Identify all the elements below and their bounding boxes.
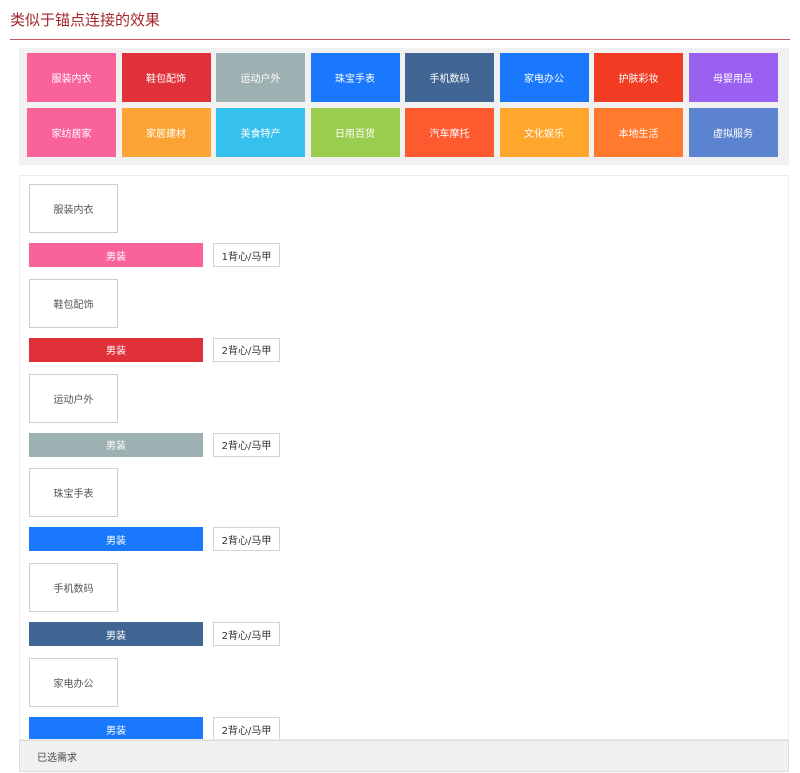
category-tile[interactable]: 美食特产 — [216, 108, 305, 157]
category-tile-label: 家纺居家 — [51, 129, 92, 140]
item-tag[interactable]: 2背心/马甲 — [213, 337, 280, 362]
category-tile[interactable]: 家纺居家 — [27, 108, 116, 157]
anchor-section: 运动户外男装 2背心/马甲 — [29, 373, 280, 457]
category-tile[interactable]: 虚拟服务 — [688, 108, 778, 157]
subcategory-bar-label: 男装 — [106, 441, 126, 453]
item-tag[interactable]: 2背心/马甲 — [213, 432, 280, 457]
section-heading-box: 鞋包配饰 — [29, 278, 118, 328]
category-tile-label: 汽车摩托 — [429, 129, 470, 140]
selected-requirements-bar: 已选需求 — [19, 740, 789, 772]
title-divider — [10, 39, 790, 40]
subcategory-bar[interactable]: 男装 — [29, 337, 203, 362]
category-tile[interactable]: 护肤彩妆 — [594, 53, 683, 102]
category-tile[interactable]: 鞋包配饰 — [121, 53, 211, 102]
section-item-row: 男装 2背心/马甲 — [29, 622, 280, 647]
item-tag[interactable]: 2背心/马甲 — [213, 717, 280, 739]
subcategory-bar-label: 男装 — [106, 630, 126, 642]
category-tile-label: 美食特产 — [240, 129, 281, 140]
category-tile[interactable]: 珠宝手表 — [310, 53, 400, 102]
anchor-section: 家电办公男装 2背心/马甲 — [29, 658, 280, 739]
category-tile-label: 手机数码 — [429, 74, 470, 85]
anchor-section: 手机数码男装 2背心/马甲 — [29, 563, 280, 647]
section-heading-label: 鞋包配饰 — [53, 299, 94, 311]
category-tile-label: 家电办公 — [524, 74, 564, 85]
section-heading-box: 手机数码 — [29, 563, 118, 613]
subcategory-bar-label: 男装 — [106, 535, 126, 547]
section-heading-box: 运动户外 — [29, 373, 118, 423]
section-item-row: 男装 2背心/马甲 — [29, 337, 280, 362]
item-tag[interactable]: 2背心/马甲 — [213, 622, 280, 647]
category-tile-label: 珠宝手表 — [335, 74, 375, 85]
category-tile-label: 运动户外 — [240, 74, 281, 85]
subcategory-bar[interactable]: 男装 — [29, 243, 203, 267]
content-panel[interactable]: 服装内衣 男装 1背心/马甲 鞋包配饰 男装 2背心/马甲 运动户外 男装 2背心/马甲 珠宝手表… — [19, 175, 789, 740]
category-tile-label: 服装内衣 — [51, 74, 92, 85]
category-tile[interactable]: 母婴用品 — [688, 53, 778, 102]
category-tile[interactable]: 家电办公 — [499, 53, 589, 102]
category-tile-label: 日用百货 — [335, 129, 375, 140]
section-heading-label: 家电办公 — [53, 679, 94, 690]
anchor-section: 珠宝手表男装 2背心/马甲 — [29, 468, 280, 552]
page-title: 类似于锚点连接的效果 — [10, 11, 161, 29]
category-tile[interactable]: 汽车摩托 — [405, 108, 494, 157]
category-tile[interactable]: 手机数码 — [405, 53, 494, 102]
section-heading-box: 珠宝手表 — [29, 468, 118, 518]
category-tile[interactable]: 运动户外 — [216, 53, 305, 102]
section-item-row: 男装 2背心/马甲 — [29, 717, 280, 739]
anchor-section: 服装内衣男装 1背心/马甲 — [29, 184, 280, 267]
category-tile-label: 虚拟服务 — [713, 129, 753, 140]
subcategory-bar-label: 男装 — [106, 725, 126, 737]
category-tile-label: 本地生活 — [618, 129, 659, 140]
subcategory-bar[interactable]: 男装 — [29, 527, 203, 552]
anchor-section: 鞋包配饰男装 2背心/马甲 — [29, 278, 280, 362]
section-item-row: 男装 2背心/马甲 — [29, 432, 280, 457]
category-tile[interactable]: 家居建材 — [121, 108, 211, 157]
category-tile-label: 文化娱乐 — [524, 129, 564, 140]
section-heading-label: 手机数码 — [53, 584, 94, 596]
category-tile-label: 护肤彩妆 — [618, 74, 659, 85]
category-grid: 服装内衣 鞋包配饰 运动户外 珠宝手表 手机数码 家电办公 护肤彩妆 母婴用品家纺居家 家居建材… — [19, 48, 789, 165]
category-tile[interactable]: 日用百货 — [310, 108, 400, 157]
subcategory-bar[interactable]: 男装 — [29, 432, 203, 457]
section-heading-box: 家电办公 — [29, 658, 118, 707]
category-tile[interactable]: 本地生活 — [594, 108, 683, 157]
category-tile-label: 家居建材 — [146, 129, 186, 140]
section-heading-label: 运动户外 — [53, 394, 94, 406]
category-tile-label: 鞋包配饰 — [146, 74, 186, 85]
subcategory-bar[interactable]: 男装 — [29, 717, 203, 739]
category-tile-label: 母婴用品 — [713, 74, 753, 85]
section-item-row: 男装 1背心/马甲 — [29, 243, 280, 267]
section-heading-box: 服装内衣 — [29, 184, 118, 233]
item-tag[interactable]: 1背心/马甲 — [213, 243, 280, 267]
section-item-row: 男装 2背心/马甲 — [29, 527, 280, 552]
section-heading-label: 服装内衣 — [53, 205, 94, 216]
category-tile[interactable]: 服装内衣 — [27, 53, 116, 102]
category-tile[interactable]: 文化娱乐 — [499, 108, 589, 157]
subcategory-bar[interactable]: 男装 — [29, 622, 203, 647]
subcategory-bar-label: 男装 — [106, 251, 126, 263]
item-tag[interactable]: 2背心/马甲 — [213, 527, 280, 552]
section-heading-label: 珠宝手表 — [53, 489, 94, 501]
subcategory-bar-label: 男装 — [106, 346, 126, 358]
selected-requirements-label: 已选需求 — [37, 752, 77, 764]
